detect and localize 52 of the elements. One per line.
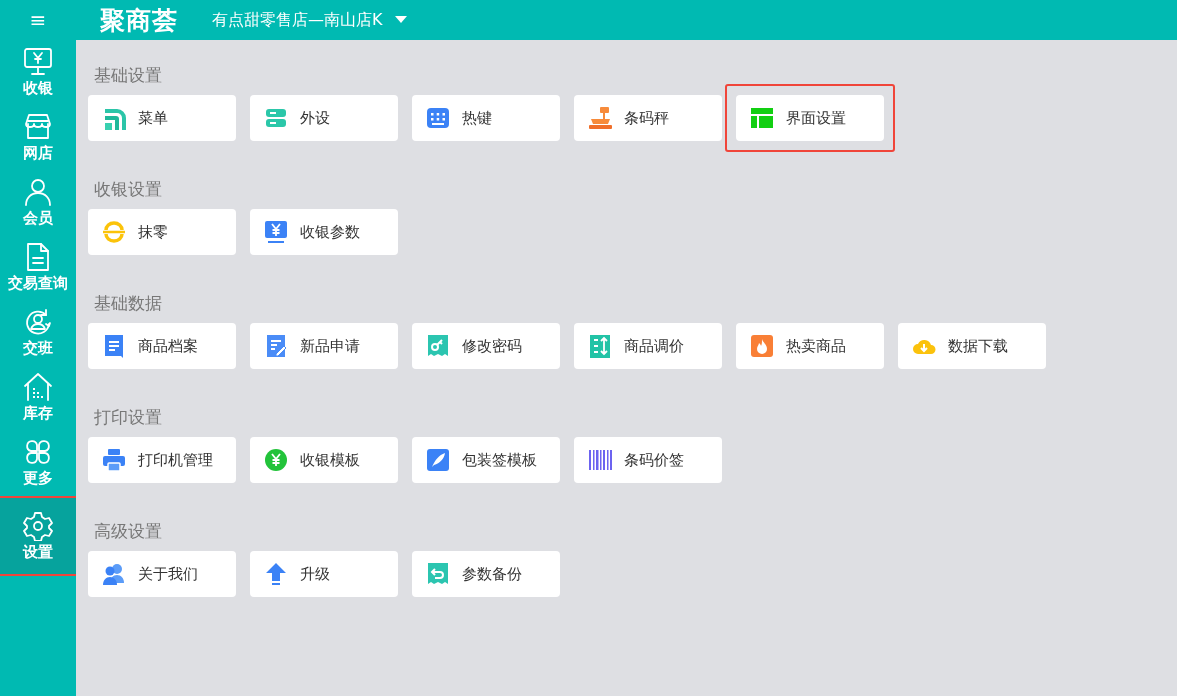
- document-pencil-icon: [264, 334, 288, 358]
- settings-tile[interactable]: 条码价签: [574, 437, 722, 483]
- house-icon: [23, 372, 53, 402]
- settings-tile[interactable]: 包装签模板: [412, 437, 560, 483]
- document-icon: [102, 334, 126, 358]
- gear-icon: [23, 510, 53, 541]
- key-receipt-icon: [426, 334, 450, 358]
- settings-tile[interactable]: 收银模板: [250, 437, 398, 483]
- brand-logo: 聚商荟: [100, 4, 178, 37]
- settings-tile[interactable]: 抹零: [88, 209, 236, 255]
- yen-screen-icon: [264, 220, 288, 244]
- server-icon: [264, 106, 288, 130]
- settings-tile[interactable]: 关于我们: [88, 551, 236, 597]
- settings-tile[interactable]: 商品调价: [574, 323, 722, 369]
- coin-icon: [102, 220, 126, 244]
- layout-icon: [750, 106, 774, 130]
- caret-icon: [394, 16, 407, 24]
- section-title: 打印设置: [93, 406, 163, 429]
- section-title: 收银设置: [93, 178, 163, 201]
- return-receipt-icon: [426, 562, 450, 586]
- monitor-icon: [23, 47, 53, 77]
- settings-tile[interactable]: 热卖商品: [736, 323, 884, 369]
- settings-tile[interactable]: 收银参数: [250, 209, 398, 255]
- section-title: 基础数据: [93, 292, 163, 315]
- clover-icon: [23, 437, 53, 467]
- up-arrow-icon: [264, 562, 288, 586]
- price-arrows-icon: [588, 334, 612, 358]
- section-title: 高级设置: [93, 520, 163, 543]
- settings-tile[interactable]: 参数备份: [412, 551, 560, 597]
- people-icon: [102, 562, 126, 586]
- settings-tile[interactable]: 新品申请: [250, 323, 398, 369]
- flame-icon: [750, 334, 774, 358]
- person-icon: [23, 177, 53, 207]
- store-icon: [23, 112, 53, 142]
- printer-icon: [102, 448, 126, 472]
- settings-tile[interactable]: 修改密码: [412, 323, 560, 369]
- settings-tile[interactable]: 外设: [250, 95, 398, 141]
- section-title: 基础设置: [93, 64, 163, 87]
- yen-coin-icon: [264, 448, 288, 472]
- feather-icon: [426, 448, 450, 472]
- settings-tile[interactable]: 打印机管理: [88, 437, 236, 483]
- settings-tile[interactable]: 热键: [412, 95, 560, 141]
- settings-tile[interactable]: 界面设置: [736, 95, 884, 141]
- scale-icon: [588, 106, 612, 130]
- settings-tile[interactable]: 商品档案: [88, 323, 236, 369]
- keyboard-icon: [426, 106, 450, 130]
- settings-tile[interactable]: 升级: [250, 551, 398, 597]
- settings-tile[interactable]: 数据下载: [898, 323, 1046, 369]
- settings-tile[interactable]: 条码秤: [574, 95, 722, 141]
- person-cycle-icon: [23, 307, 53, 337]
- barcode-icon: [588, 448, 612, 472]
- settings-tile[interactable]: 菜单: [88, 95, 236, 141]
